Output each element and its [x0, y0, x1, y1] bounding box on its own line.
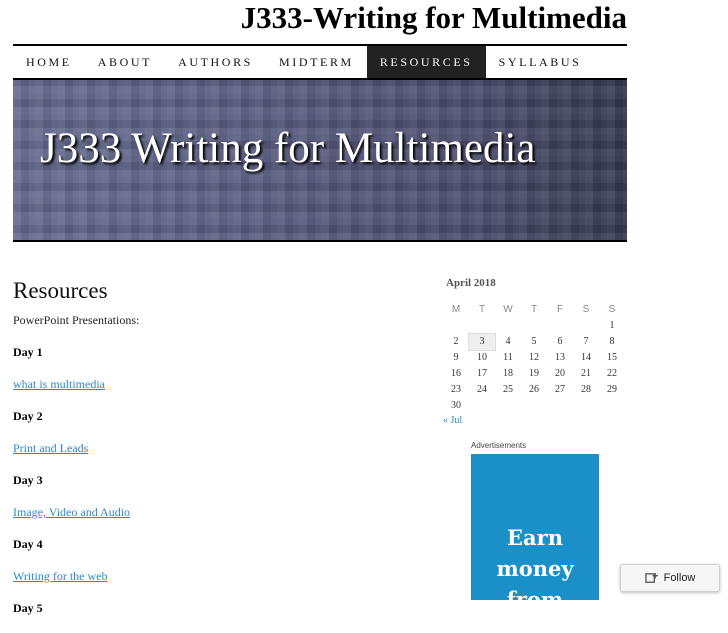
calendar-empty-cell — [573, 398, 599, 414]
resource-link[interactable]: Image, Video and Audio — [13, 505, 130, 519]
calendar-day: 7 — [583, 336, 589, 347]
calendar-day: 3 — [468, 333, 496, 351]
calendar-empty-cell — [469, 398, 495, 414]
page-title: Resources — [13, 278, 108, 303]
calendar-weekday: T — [530, 304, 538, 315]
calendar-weekday: S — [608, 304, 616, 315]
calendar-weekday: W — [503, 304, 513, 315]
calendar-empty-cell — [573, 318, 599, 334]
nav-item-about[interactable]: ABOUT — [85, 46, 165, 78]
calendar-day: 4 — [505, 336, 511, 347]
calendar-day: 6 — [557, 336, 563, 347]
calendar-day: 12 — [529, 352, 539, 363]
calendar-weekday: F — [556, 304, 564, 315]
calendar-day: 18 — [503, 368, 513, 379]
main-content: Resources PowerPoint Presentations: Day … — [13, 278, 403, 633]
advertisements-label: Advertisements — [471, 441, 527, 450]
calendar-grid: M T W T F S S 1 2 3 4 5 6 7 8 9 10 11 12 13 14 15 16 17 18 19 20 21… — [443, 302, 625, 414]
calendar-empty-cell — [547, 398, 573, 414]
calendar-day: 25 — [503, 384, 513, 395]
calendar-weekday: M — [451, 304, 461, 315]
calendar-empty-cell — [469, 318, 495, 334]
calendar-caption: April 2018 — [446, 277, 496, 289]
day-heading: Day 5 — [13, 601, 43, 615]
calendar-day: 24 — [477, 384, 487, 395]
calendar-day: 16 — [451, 368, 461, 379]
follow-button[interactable]: Follow — [620, 564, 720, 592]
header-banner: J333 Writing for Multimedia — [13, 80, 627, 242]
follow-icon — [644, 572, 658, 583]
calendar-day: 26 — [529, 384, 539, 395]
day-heading: Day 4 — [13, 537, 43, 551]
calendar-empty-cell — [521, 318, 547, 334]
calendar-day: 22 — [607, 368, 617, 379]
nav-item-midterm[interactable]: MIDTERM — [266, 46, 367, 78]
advertisement-text: Earn money from — [496, 525, 574, 600]
calendar-day: 15 — [607, 352, 617, 363]
calendar-empty-cell — [495, 318, 521, 334]
calendar-day: 5 — [531, 336, 537, 347]
nav-item-authors[interactable]: AUTHORS — [165, 46, 266, 78]
nav-item-resources[interactable]: RESOURCES — [366, 46, 486, 78]
calendar-widget: April 2018 M T W T F S S 1 2 3 4 5 6 7 8 9 10 11 12 13 14 15 1… — [443, 277, 625, 426]
day-heading: Day 2 — [13, 409, 43, 423]
nav-item-home[interactable]: HOME — [13, 46, 85, 78]
calendar-empty-cell — [547, 318, 573, 334]
day-heading: Day 1 — [13, 345, 43, 359]
intro-text: PowerPoint Presentations: — [13, 313, 140, 327]
calendar-day: 8 — [609, 336, 615, 347]
calendar-day: 21 — [581, 368, 591, 379]
site-title[interactable]: J333-Writing for Multimedia — [13, 0, 627, 40]
calendar-day: 19 — [529, 368, 539, 379]
calendar-day: 2 — [453, 336, 459, 347]
header-banner-text: J333 Writing for Multimedia — [40, 125, 536, 172]
calendar-empty-cell — [495, 398, 521, 414]
calendar-day: 1 — [609, 320, 615, 331]
advertisement[interactable]: Earn money from — [471, 454, 599, 600]
calendar-day: 11 — [503, 352, 513, 363]
calendar-weekday: S — [582, 304, 590, 315]
calendar-day: 20 — [555, 368, 565, 379]
calendar-day: 14 — [581, 352, 591, 363]
calendar-day: 27 — [555, 384, 565, 395]
calendar-empty-cell — [521, 398, 547, 414]
calendar-weekday: T — [478, 304, 486, 315]
nav-item-syllabus[interactable]: SYLLABUS — [486, 46, 595, 78]
day-heading: Day 3 — [13, 473, 43, 487]
calendar-day: 28 — [581, 384, 591, 395]
calendar-day: 29 — [607, 384, 617, 395]
calendar-day: 9 — [453, 352, 459, 363]
calendar-day: 17 — [477, 368, 487, 379]
resource-link[interactable]: Writing for the web — [13, 569, 108, 583]
calendar-empty-cell — [599, 398, 625, 414]
calendar-prev-link[interactable]: « Jul — [443, 415, 625, 426]
calendar-day: 23 — [451, 384, 461, 395]
resource-link[interactable]: Print and Leads — [13, 441, 88, 455]
resource-link[interactable]: what is multimedia — [13, 377, 105, 391]
calendar-day: 10 — [477, 352, 487, 363]
follow-label: Follow — [663, 572, 696, 584]
calendar-empty-cell — [443, 318, 469, 334]
calendar-day: 13 — [555, 352, 565, 363]
calendar-day: 30 — [451, 400, 461, 411]
main-nav: HOME ABOUT AUTHORS MIDTERM RESOURCES SYL… — [13, 44, 627, 80]
